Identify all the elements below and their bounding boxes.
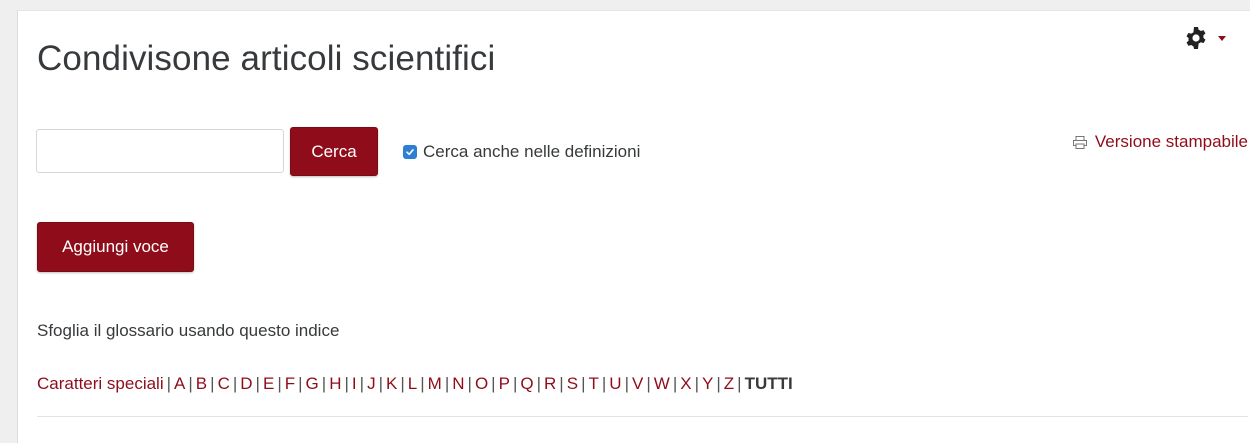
- index-link-a[interactable]: A: [174, 374, 185, 394]
- search-button[interactable]: Cerca: [290, 127, 378, 176]
- index-link-u[interactable]: U: [609, 374, 621, 394]
- index-link-i[interactable]: I: [352, 374, 357, 394]
- index-link-h[interactable]: H: [329, 374, 341, 394]
- separator: |: [581, 374, 586, 393]
- index-link-d[interactable]: D: [240, 374, 252, 394]
- separator: |: [624, 374, 629, 393]
- alphabet-index: Caratteri speciali | A | B | C | D | E | F | G…: [37, 374, 793, 394]
- add-entry-button[interactable]: Aggiungi voce: [37, 222, 194, 272]
- index-link-z[interactable]: Z: [724, 374, 734, 394]
- index-link-c[interactable]: C: [218, 374, 230, 394]
- search-input[interactable]: [36, 129, 284, 173]
- separator: |: [277, 374, 282, 393]
- search-definitions-label: Cerca anche nelle definizioni: [423, 142, 641, 161]
- separator: |: [444, 374, 450, 393]
- index-link-m[interactable]: M: [428, 374, 442, 394]
- index-link-g[interactable]: G: [306, 374, 319, 394]
- separator: |: [716, 374, 721, 393]
- separator: |: [559, 374, 564, 393]
- search-definitions-checkbox[interactable]: [403, 145, 417, 159]
- separator: |: [737, 374, 742, 393]
- separator: |: [694, 374, 699, 393]
- index-link-n[interactable]: N: [452, 374, 464, 394]
- separator: |: [491, 374, 496, 393]
- separator: |: [420, 374, 425, 393]
- index-link-o[interactable]: O: [475, 374, 488, 394]
- separator: |: [321, 374, 327, 393]
- index-link-w[interactable]: W: [654, 374, 670, 394]
- separator: |: [467, 374, 472, 393]
- search-definitions-option[interactable]: Cerca anche nelle definizioni: [403, 142, 640, 162]
- printable-version-label[interactable]: Versione stampabile: [1095, 132, 1248, 152]
- separator: |: [536, 374, 542, 393]
- separator: |: [210, 374, 215, 393]
- separator: |: [512, 374, 518, 393]
- separator: |: [232, 374, 238, 393]
- separator: |: [646, 374, 651, 393]
- index-link-l[interactable]: L: [408, 374, 417, 394]
- index-link-p[interactable]: P: [499, 374, 510, 394]
- gear-icon[interactable]: [1184, 26, 1208, 50]
- separator: |: [166, 374, 172, 393]
- index-link-j[interactable]: J: [367, 374, 376, 394]
- separator: |: [344, 374, 349, 393]
- index-link-q[interactable]: Q: [520, 374, 533, 394]
- index-link-s[interactable]: S: [567, 374, 578, 394]
- index-link-y[interactable]: Y: [702, 374, 713, 394]
- page-title: Condivisone articoli scientifici: [37, 39, 496, 78]
- index-link-f[interactable]: F: [285, 374, 295, 394]
- separator: |: [359, 374, 365, 393]
- separator: |: [378, 374, 383, 393]
- separator: |: [255, 374, 260, 393]
- caret-down-icon[interactable]: [1218, 35, 1226, 41]
- index-link-v[interactable]: V: [632, 374, 643, 394]
- index-link-t[interactable]: T: [588, 374, 598, 394]
- index-link-special[interactable]: Caratteri speciali: [37, 374, 164, 394]
- separator: |: [601, 374, 607, 393]
- index-link-x[interactable]: X: [680, 374, 691, 394]
- index-link-b[interactable]: B: [196, 374, 207, 394]
- index-link-r[interactable]: R: [544, 374, 556, 394]
- separator: |: [400, 374, 405, 393]
- main-region: Condivisone articoli scientifici Version…: [17, 10, 1250, 443]
- settings-menu[interactable]: [1184, 25, 1226, 51]
- index-current-all: TUTTI: [744, 374, 793, 393]
- divider: [37, 416, 1248, 417]
- separator: |: [188, 374, 193, 393]
- index-link-e[interactable]: E: [263, 374, 274, 394]
- separator: |: [298, 374, 303, 393]
- separator: |: [672, 374, 678, 393]
- browse-instruction: Sfoglia il glossario usando questo indic…: [37, 321, 340, 340]
- printable-version-link[interactable]: Versione stampabile: [1072, 132, 1248, 152]
- printer-icon: [1072, 135, 1087, 149]
- index-link-k[interactable]: K: [386, 374, 397, 394]
